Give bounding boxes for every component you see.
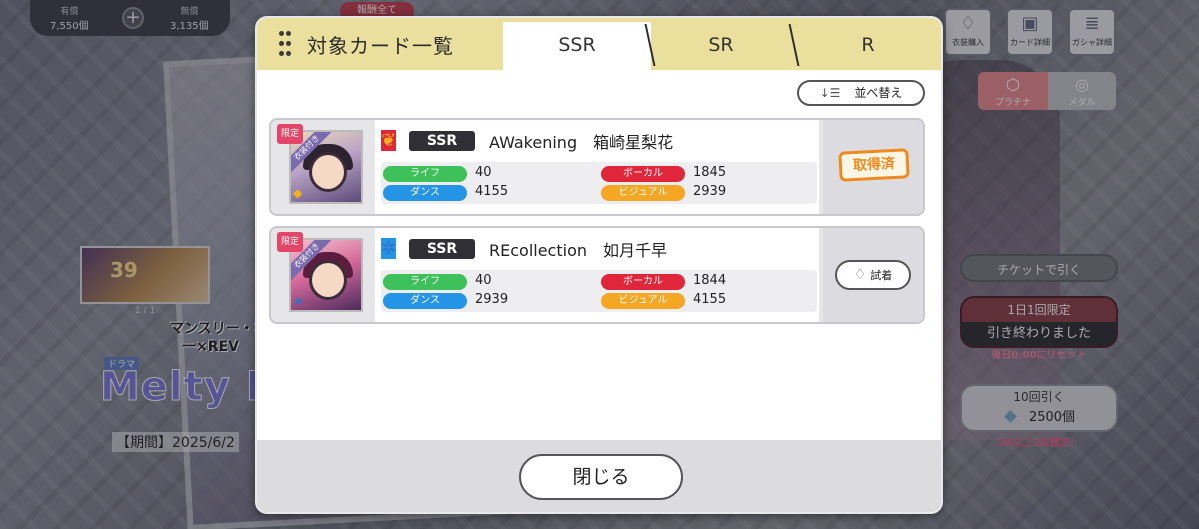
card-name: AWakening 箱崎星梨花 — [489, 133, 674, 152]
drag-handle-icon — [279, 31, 291, 57]
dance-value: 2939 — [475, 292, 509, 307]
sort-label: 並べ替え — [854, 86, 903, 100]
limited-badge: 限定 — [277, 124, 303, 144]
tab-ssr[interactable]: SSR — [503, 22, 651, 70]
dance-value: 4155 — [475, 184, 509, 199]
card-info: ❦ SSR AWakening 箱崎星梨花 ライフ 40 ダンス 4155 ボー… — [375, 120, 819, 214]
dance-type-icon: ★ — [293, 294, 304, 308]
card-status-area: 取得済 — [823, 120, 923, 214]
life-label: ライフ — [383, 274, 467, 290]
rarity-badge: SSR — [409, 239, 475, 259]
dialog-header: 対象カード一覧 SSR SR R — [257, 18, 941, 70]
tab-sr[interactable]: SR — [651, 22, 791, 70]
visual-value: 2939 — [693, 184, 727, 199]
try-on-button[interactable]: ♢ 試着 — [835, 260, 911, 290]
sort-icon: ↓☰ — [819, 86, 841, 100]
try-on-label: 試着 — [870, 269, 893, 282]
dance-label: ダンス — [383, 185, 467, 201]
visual-value: 4155 — [693, 292, 727, 307]
sort-button[interactable]: ↓☰ 並べ替え — [797, 80, 925, 106]
dialog-title: 対象カード一覧 — [307, 34, 454, 58]
life-value: 40 — [475, 273, 492, 288]
vocal-label: ボーカル — [601, 274, 685, 290]
card-name: REcollection 如月千早 — [489, 241, 667, 260]
vocal-wing-icon: ❦ — [381, 130, 397, 151]
dialog-footer: 閉じる — [257, 440, 941, 512]
target-card-list-dialog: 対象カード一覧 SSR SR R ↓☰ 並べ替え 衣装付き ◆ 限定 ❦ SSR … — [255, 16, 943, 514]
vocal-type-icon: ◆ — [293, 186, 303, 200]
card-row[interactable]: 衣装付き ★ 限定 ✲ SSR REcollection 如月千早 ライフ 40… — [269, 226, 925, 324]
life-label: ライフ — [383, 166, 467, 182]
card-list: ↓☰ 並べ替え 衣装付き ◆ 限定 ❦ SSR AWakening 箱崎星梨花 ラ… — [257, 70, 941, 440]
vocal-value: 1844 — [693, 273, 727, 288]
card-info: ✲ SSR REcollection 如月千早 ライフ 40 ダンス 2939 … — [375, 228, 819, 322]
hanger-icon: ♢ — [853, 267, 867, 283]
life-value: 40 — [475, 165, 492, 180]
limited-badge: 限定 — [277, 232, 303, 252]
tab-r[interactable]: R — [795, 22, 941, 70]
card-portrait — [309, 260, 347, 300]
obtained-stamp: 取得済 — [838, 148, 910, 182]
visual-label: ビジュアル — [601, 293, 685, 309]
rarity-badge: SSR — [409, 131, 475, 151]
close-button[interactable]: 閉じる — [519, 454, 683, 500]
vocal-value: 1845 — [693, 165, 727, 180]
dance-label: ダンス — [383, 293, 467, 309]
vocal-label: ボーカル — [601, 166, 685, 182]
card-portrait — [309, 152, 347, 192]
dance-star-icon: ✲ — [381, 238, 397, 259]
card-row[interactable]: 衣装付き ◆ 限定 ❦ SSR AWakening 箱崎星梨花 ライフ 40 ダ… — [269, 118, 925, 216]
visual-label: ビジュアル — [601, 185, 685, 201]
card-stats: ライフ 40 ダンス 2939 ボーカル 1844 ビジュアル 4155 — [381, 270, 817, 312]
card-action-area: ♢ 試着 — [823, 228, 923, 322]
card-stats: ライフ 40 ダンス 4155 ボーカル 1845 ビジュアル 2939 — [381, 162, 817, 204]
